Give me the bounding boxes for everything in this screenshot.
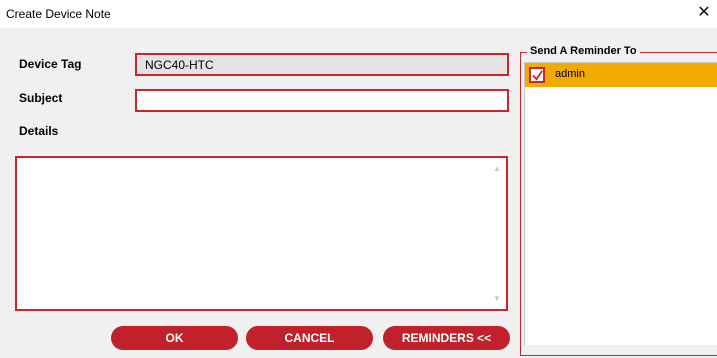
subject-label: Subject [19, 91, 63, 105]
admin-checkbox[interactable] [529, 67, 545, 83]
scroll-up-icon[interactable]: ▲ [493, 164, 501, 173]
dialog-body: Device Tag NGC40-HTC Subject Details ▲ ▼… [0, 28, 717, 358]
ok-button[interactable]: OK [111, 326, 238, 350]
list-item-label: admin [555, 68, 585, 80]
reminders-button[interactable]: REMINDERS << [383, 326, 510, 350]
subject-input[interactable] [135, 89, 509, 112]
device-tag-label: Device Tag [19, 57, 82, 71]
details-scrollbar[interactable]: ▲ ▼ [489, 158, 506, 309]
close-icon[interactable]: ✕ [695, 4, 713, 22]
scroll-down-icon[interactable]: ▼ [493, 294, 501, 303]
check-icon [532, 70, 543, 81]
details-textarea[interactable]: ▲ ▼ [15, 156, 508, 311]
reminder-list[interactable]: admin [524, 62, 717, 345]
window-title: Create Device Note [6, 7, 111, 21]
device-tag-field: NGC40-HTC [135, 53, 509, 76]
details-label: Details [19, 124, 59, 138]
cancel-button[interactable]: CANCEL [246, 326, 373, 350]
reminder-group-title: Send A Reminder To [527, 45, 640, 57]
list-item[interactable]: admin [525, 63, 717, 87]
title-bar: Create Device Note ✕ [0, 0, 717, 28]
